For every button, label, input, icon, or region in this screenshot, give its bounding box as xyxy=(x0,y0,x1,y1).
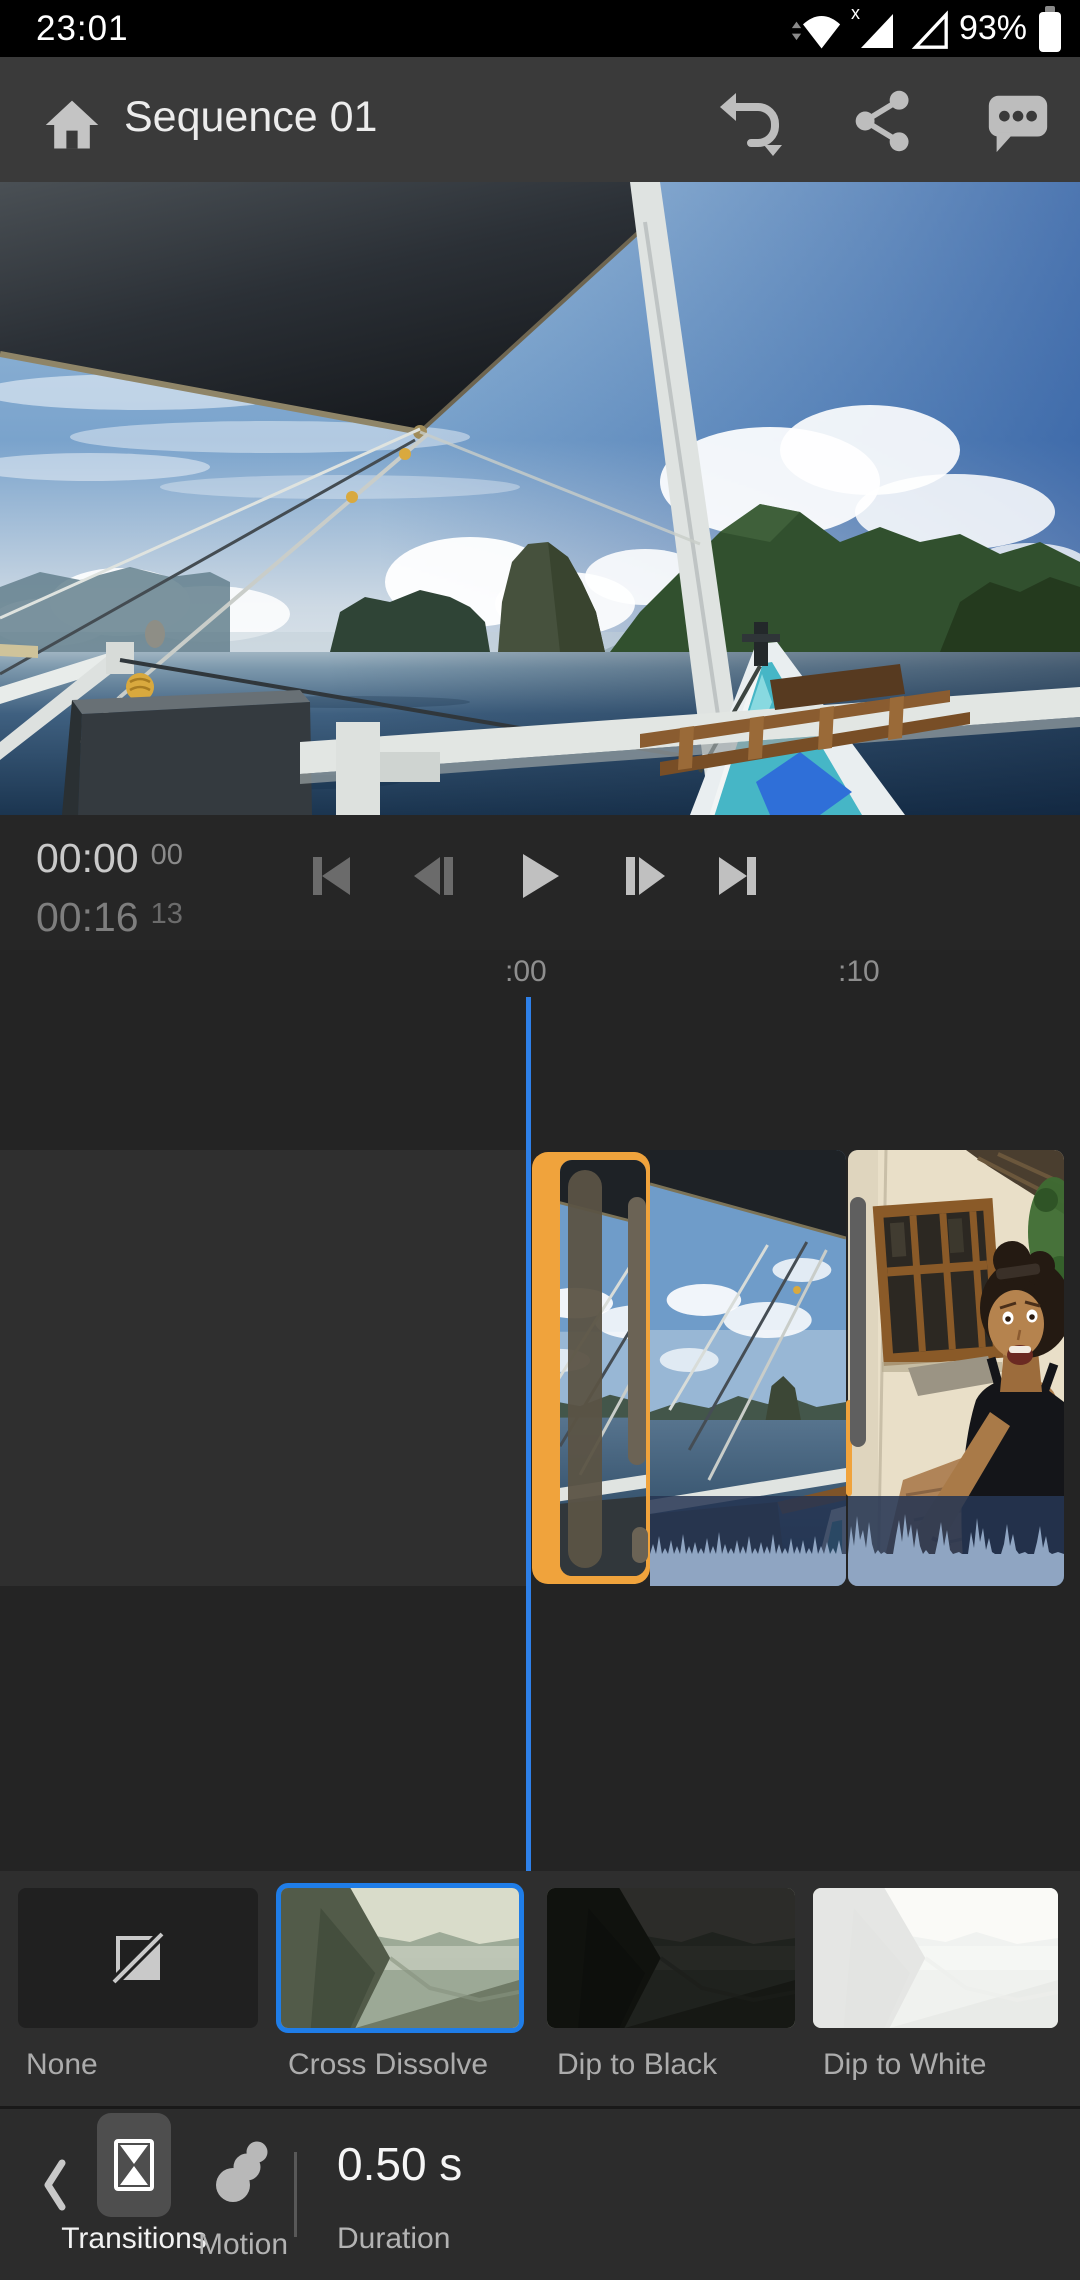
sequence-title: Sequence 01 xyxy=(124,93,377,142)
transitions-panel: None Cross Dissolve Dip to Black Dip to … xyxy=(0,1871,1080,2106)
share-button[interactable] xyxy=(846,83,922,159)
battery-icon xyxy=(1036,3,1064,55)
preview-frame-boat-scene xyxy=(0,182,1080,815)
toolbar-divider xyxy=(294,2152,297,2237)
dip-to-black-thumbnail xyxy=(547,1888,795,2028)
clip-trim-handle[interactable] xyxy=(850,1197,866,1447)
signal-empty-icon xyxy=(906,6,950,52)
duration-label: Duration xyxy=(337,2222,450,2256)
timecode-display: 00:00 00 00:16 13 xyxy=(36,832,183,950)
tool-transitions-label: Transitions xyxy=(59,2222,209,2256)
battery-percent-text: 93% xyxy=(959,9,1027,48)
tool-motion-button[interactable] xyxy=(205,2125,281,2209)
dip-to-white-thumbnail xyxy=(813,1888,1058,2028)
skip-to-start-button[interactable] xyxy=(303,848,359,904)
signal-x-label: x xyxy=(851,6,860,23)
back-button[interactable] xyxy=(40,2157,68,2213)
play-icon xyxy=(510,848,566,904)
premiere-rush-app: 23:01 x 93% xyxy=(0,0,1080,2280)
step-back-button[interactable] xyxy=(406,848,462,904)
no-transition-icon xyxy=(106,1926,170,1990)
app-header: Sequence 01 xyxy=(0,57,1080,182)
tool-transitions-button[interactable] xyxy=(97,2113,171,2217)
motion-icon xyxy=(205,2125,281,2209)
comment-bubble-icon xyxy=(983,85,1053,157)
ruler-tick-00: :00 xyxy=(505,955,547,989)
duration-value[interactable]: 0.50 s xyxy=(337,2137,462,2191)
bottom-toolbar: Transitions Motion 0.50 s Duration xyxy=(0,2109,1080,2280)
current-frames: 00 xyxy=(151,839,183,871)
home-button[interactable] xyxy=(34,87,110,163)
current-time: 00:00 xyxy=(36,835,139,881)
label-none: None xyxy=(26,2048,98,2082)
transition-grip-left[interactable] xyxy=(568,1170,602,1568)
skip-to-start-icon xyxy=(303,848,359,904)
tool-motion-label: Motion xyxy=(195,2228,291,2262)
selected-transition-handle[interactable] xyxy=(532,1152,650,1584)
step-forward-button[interactable] xyxy=(617,848,673,904)
transitions-icon xyxy=(102,2133,166,2197)
wifi-icon xyxy=(790,5,842,53)
clip-boat-waveform xyxy=(650,1496,846,1586)
transition-grip-small[interactable] xyxy=(632,1527,648,1563)
undo-button[interactable] xyxy=(712,83,788,159)
timeline-clip-woman[interactable] xyxy=(848,1150,1064,1586)
transition-option-dip-to-white[interactable] xyxy=(813,1888,1058,2028)
play-button[interactable] xyxy=(510,848,566,904)
label-cross-dissolve: Cross Dissolve xyxy=(288,2048,488,2082)
clock-text: 23:01 xyxy=(36,9,129,49)
skip-to-end-icon xyxy=(710,848,766,904)
transition-option-cross-dissolve[interactable] xyxy=(276,1883,524,2033)
video-preview-surface[interactable] xyxy=(0,182,1080,815)
duration-time: 00:16 xyxy=(36,894,139,940)
label-dip-to-black: Dip to Black xyxy=(557,2048,717,2082)
playhead[interactable] xyxy=(526,997,531,1871)
share-icon xyxy=(850,85,918,157)
clip-woman-waveform xyxy=(848,1496,1064,1586)
step-forward-icon xyxy=(617,848,673,904)
label-dip-to-white: Dip to White xyxy=(823,2048,986,2082)
status-bar: 23:01 x 93% xyxy=(0,0,1080,57)
home-icon xyxy=(42,95,102,155)
transition-option-none[interactable] xyxy=(18,1888,258,2028)
transition-option-dip-to-black[interactable] xyxy=(547,1888,795,2028)
timeline-clip-boat[interactable] xyxy=(650,1150,846,1586)
cross-dissolve-thumbnail xyxy=(281,1888,519,2028)
feedback-button[interactable] xyxy=(980,83,1056,159)
skip-to-end-button[interactable] xyxy=(710,848,766,904)
step-back-icon xyxy=(406,848,462,904)
ruler-tick-10: :10 xyxy=(838,955,880,989)
undo-icon xyxy=(714,83,786,159)
chevron-left-icon xyxy=(40,2157,68,2213)
empty-track-lane xyxy=(0,1150,526,1586)
transition-grip-right[interactable] xyxy=(628,1197,646,1465)
duration-frames: 13 xyxy=(151,898,183,930)
signal-strength-icon: x xyxy=(851,6,897,52)
